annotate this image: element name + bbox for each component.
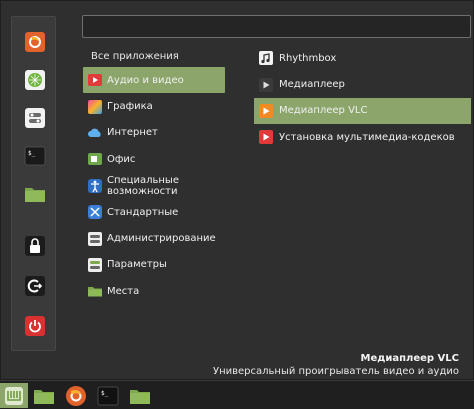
administration-icon: [88, 231, 102, 246]
selected-app-description: Универсальный проигрыватель видео и ауди…: [212, 366, 459, 377]
software-manager-icon[interactable]: [22, 67, 47, 92]
terminal-icon[interactable]: $_: [22, 143, 47, 168]
category-label: Специальные возможности: [107, 174, 179, 197]
svg-text:$_: $_: [101, 390, 109, 397]
power-icon[interactable]: [22, 313, 47, 338]
category-internet[interactable]: Интернет: [83, 120, 225, 146]
media-player-icon: [259, 77, 273, 92]
folder-icon[interactable]: [22, 181, 47, 206]
category-places[interactable]: Места: [83, 278, 225, 304]
accessibility-icon: [88, 178, 102, 193]
app-media-player[interactable]: Медиаплеер: [254, 71, 471, 97]
category-accessories[interactable]: Стандартные: [83, 199, 225, 225]
lock-icon[interactable]: [22, 233, 47, 258]
category-label: Места: [107, 285, 140, 297]
app-label: Медиаплеер: [279, 79, 345, 91]
category-preferences[interactable]: Параметры: [83, 252, 225, 278]
svg-text:$_: $_: [28, 150, 36, 157]
internet-icon: [88, 126, 102, 140]
accessories-icon: [88, 205, 102, 220]
app-label: Установка мультимедиа-кодеков: [279, 131, 455, 143]
firefox-icon[interactable]: [22, 29, 47, 54]
places-icon: [88, 284, 102, 298]
search-input[interactable]: [82, 15, 471, 38]
folder-icon[interactable]: [30, 383, 58, 408]
category-label: Офис: [107, 153, 136, 165]
all-applications-category[interactable]: Все приложения: [91, 51, 179, 62]
app-label: Медиаплеер VLC: [279, 105, 368, 117]
codecs-icon: [259, 130, 273, 145]
app-install-codecs[interactable]: Установка мультимедиа-кодеков: [254, 124, 471, 150]
taskbar: $_: [0, 380, 474, 409]
category-label: Интернет: [107, 127, 158, 139]
selected-app-name: Медиаплеер VLC: [360, 353, 459, 364]
category-label: Стандартные: [107, 206, 179, 218]
firefox-icon[interactable]: [62, 383, 90, 408]
category-label: Графика: [107, 101, 153, 113]
app-label: Rhythmbox: [279, 52, 337, 64]
office-icon: [88, 152, 102, 166]
terminal-icon[interactable]: $_: [94, 383, 122, 408]
graphics-icon: [88, 99, 102, 114]
category-label: Аудио и видео: [107, 74, 184, 86]
category-accessibility[interactable]: Специальные возможности: [83, 173, 225, 199]
category-label: Параметры: [107, 259, 167, 271]
category-office[interactable]: Офис: [83, 146, 225, 172]
preferences-icon: [88, 257, 102, 272]
audio-video-icon: [88, 73, 102, 87]
folder-icon[interactable]: [126, 383, 154, 408]
app-rhythmbox[interactable]: Rhythmbox: [254, 45, 471, 71]
favorites-panel: $_: [11, 16, 56, 351]
category-graphics[interactable]: Графика: [83, 93, 225, 119]
vlc-icon: [259, 103, 273, 118]
category-list: Аудио и видео Графика Интернет Офис Спец…: [83, 67, 225, 305]
application-menu: $_ Все приложения Аудио и видео Графика …: [0, 0, 474, 380]
category-audio-video[interactable]: Аудио и видео: [83, 67, 225, 94]
rhythmbox-icon: [259, 51, 273, 66]
application-list: Rhythmbox Медиаплеер Медиаплеер VLC Уста…: [254, 45, 471, 151]
logout-icon[interactable]: [22, 273, 47, 298]
settings-icon[interactable]: [22, 105, 47, 130]
mint-menu-icon[interactable]: [0, 383, 28, 408]
app-vlc[interactable]: Медиаплеер VLC: [254, 97, 471, 125]
category-administration[interactable]: Администрирование: [83, 225, 225, 251]
category-label: Администрирование: [107, 233, 216, 245]
